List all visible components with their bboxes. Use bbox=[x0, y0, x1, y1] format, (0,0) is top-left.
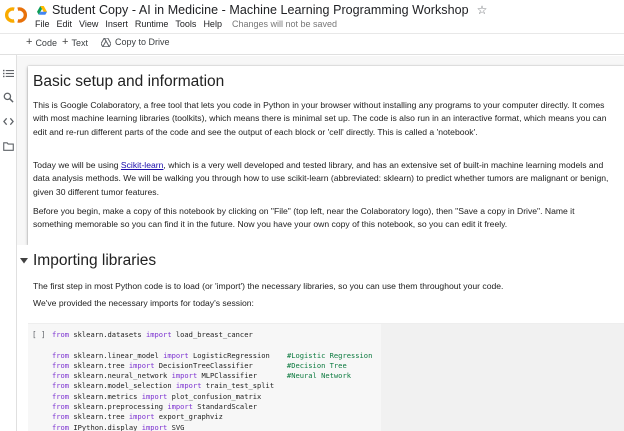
cell-heading: Basic setup and information bbox=[33, 73, 225, 90]
files-icon[interactable] bbox=[3, 141, 14, 152]
paragraph: This is Google Colaboratory, a free tool… bbox=[33, 100, 607, 137]
notebook-main: Basic setup and information This is Goog… bbox=[17, 56, 624, 431]
add-code-label: Code bbox=[35, 37, 57, 48]
code-line: from sklearn.neural_network import MLPCl… bbox=[52, 371, 351, 381]
code-line: from IPython.display import SVG bbox=[52, 422, 185, 431]
menu-edit[interactable]: Edit bbox=[57, 19, 73, 29]
section-importing-libraries: Importing libraries The first step in mo… bbox=[17, 245, 624, 431]
menu-bar: File Edit View Insert Runtime Tools Help… bbox=[35, 19, 337, 29]
google-drive-icon bbox=[37, 5, 47, 15]
menu-help[interactable]: Help bbox=[203, 19, 222, 29]
run-cell-button[interactable]: [ ] bbox=[32, 330, 46, 339]
plus-icon: + bbox=[26, 36, 33, 48]
paragraph: We've provided the necessary imports for… bbox=[33, 298, 254, 308]
code-line: from sklearn.preprocessing import Standa… bbox=[52, 402, 258, 412]
code-cell-imports[interactable]: [ ] from sklearn.datasets import load_br… bbox=[28, 323, 624, 431]
copy-to-drive-button[interactable]: Copy to Drive bbox=[101, 37, 170, 47]
code-line: from sklearn.tree import export_graphviz bbox=[52, 412, 223, 422]
doc-title-row: Student Copy - AI in Medicine - Machine … bbox=[37, 2, 487, 18]
scikit-learn-link[interactable]: Scikit-learn bbox=[121, 160, 164, 170]
menu-runtime[interactable]: Runtime bbox=[135, 19, 169, 29]
paragraph: Today we will be using Scikit-learn, whi… bbox=[33, 159, 613, 199]
code-editor[interactable]: from sklearn.datasets import load_breast… bbox=[52, 330, 372, 431]
add-text-cell-button[interactable]: + Text bbox=[62, 37, 88, 48]
menu-file[interactable]: File bbox=[35, 19, 50, 29]
table-of-contents-icon[interactable] bbox=[3, 68, 14, 79]
code-line: from sklearn.linear_model import Logisti… bbox=[52, 350, 373, 360]
add-code-cell-button[interactable]: + Code bbox=[26, 37, 57, 48]
paragraph: Before you begin, make a copy of this no… bbox=[33, 206, 575, 230]
collapse-chevron-icon[interactable] bbox=[20, 258, 28, 264]
menu-insert[interactable]: Insert bbox=[105, 19, 128, 29]
star-icon[interactable]: ☆ bbox=[477, 4, 488, 16]
section-heading: Importing libraries bbox=[33, 252, 157, 269]
save-status: Changes will not be saved bbox=[231, 19, 338, 29]
app-header: Student Copy - AI in Medicine - Machine … bbox=[0, 0, 624, 33]
code-cell-output-area bbox=[381, 324, 624, 431]
copy-to-drive-icon bbox=[101, 37, 111, 47]
code-line: from sklearn.tree import DecisionTreeCla… bbox=[52, 360, 347, 370]
code-line: from sklearn.metrics import plot_confusi… bbox=[52, 391, 262, 401]
paragraph-text: Today we will be using bbox=[33, 160, 121, 170]
left-sidebar bbox=[0, 55, 17, 431]
menu-tools[interactable]: Tools bbox=[175, 19, 196, 29]
code-line: from sklearn.datasets import load_breast… bbox=[52, 330, 253, 339]
text-cell-basic-setup[interactable]: Basic setup and information This is Goog… bbox=[28, 66, 624, 245]
menu-view[interactable]: View bbox=[79, 19, 98, 29]
notebook-toolbar: + Code + Text Copy to Drive bbox=[0, 33, 624, 55]
plus-icon: + bbox=[62, 36, 69, 48]
code-line: from sklearn.model_selection import trai… bbox=[52, 381, 275, 391]
notebook-title[interactable]: Student Copy - AI in Medicine - Machine … bbox=[52, 3, 469, 17]
search-icon[interactable] bbox=[3, 92, 14, 103]
add-text-label: Text bbox=[71, 37, 88, 48]
colab-logo[interactable] bbox=[4, 5, 28, 25]
copy-to-drive-label: Copy to Drive bbox=[115, 37, 170, 47]
code-snippets-icon[interactable] bbox=[3, 116, 14, 127]
paragraph: The first step in most Python code is to… bbox=[33, 281, 504, 291]
